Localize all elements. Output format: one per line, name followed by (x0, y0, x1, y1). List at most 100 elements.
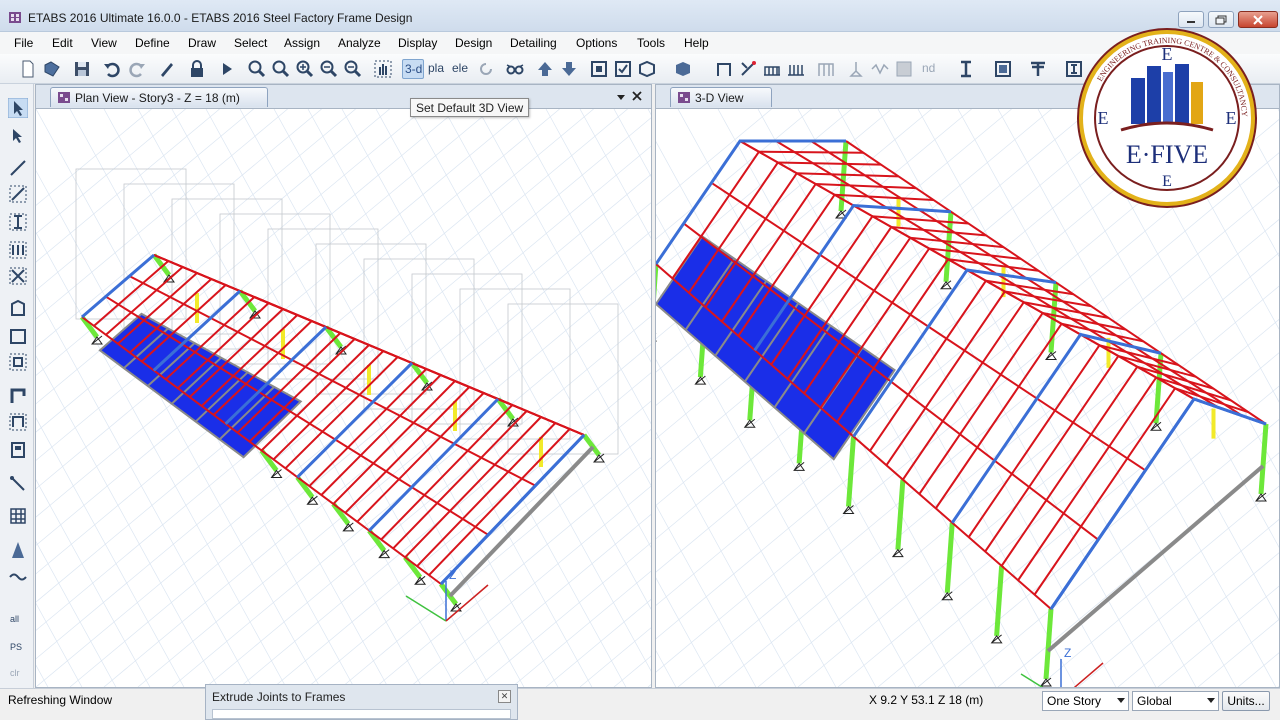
pin-support-icon (1255, 492, 1267, 502)
zoom-out-step-button[interactable] (343, 59, 363, 79)
select-all-button[interactable]: all (8, 604, 28, 628)
brace-icon (741, 61, 756, 76)
check-model-button[interactable] (613, 59, 633, 79)
draw-wall-button[interactable] (816, 59, 836, 79)
ground-grid-line (36, 109, 560, 546)
previous-selection-button[interactable]: PS (8, 632, 28, 656)
draw-column-icon[interactable] (8, 212, 28, 232)
draw-frame-button[interactable] (714, 59, 734, 79)
beams-icon (788, 65, 804, 76)
logo-brand-text: E·FIVE (1126, 140, 1208, 169)
units-button[interactable]: Units... (1222, 691, 1270, 711)
draw-poly-area-icon[interactable] (8, 298, 28, 318)
menu-tools[interactable]: Tools (637, 36, 665, 50)
edit-button[interactable] (157, 59, 177, 79)
view-cube-button[interactable] (673, 59, 693, 79)
draw-dimension-icon[interactable] (8, 566, 28, 586)
coordinate-system-select[interactable]: Global (1132, 691, 1219, 711)
zoom-out-icon (320, 60, 338, 78)
draw-truss-button[interactable] (762, 59, 782, 79)
plan-view-button[interactable]: pla (428, 59, 448, 79)
ground-grid-line (273, 109, 593, 687)
draw-wall-icon[interactable] (8, 386, 28, 406)
pin-support-icon (1045, 351, 1057, 360)
pane-menu-chevron-icon[interactable] (616, 93, 626, 101)
elevation-view-button[interactable]: ele (452, 59, 472, 79)
pointer-icon[interactable] (8, 98, 28, 118)
pan-button[interactable] (373, 59, 393, 79)
tab-3d-view[interactable]: 3-D View (670, 87, 772, 107)
draw-link-icon[interactable] (8, 474, 28, 494)
axis-z-label: Z (1064, 646, 1071, 660)
plan-view-window[interactable]: Plan View - Story3 - Z = 18 (m) Z (35, 84, 652, 688)
roof-rafter (380, 404, 514, 541)
zoom-out-button[interactable] (319, 59, 339, 79)
reshape-pointer-icon[interactable] (8, 126, 28, 146)
tab-plan-view[interactable]: Plan View - Story3 - Z = 18 (m) (50, 87, 268, 107)
menu-select[interactable]: Select (234, 36, 267, 50)
draw-secondary-beams-button[interactable] (786, 59, 806, 79)
restore-icon (1215, 15, 1227, 24)
draw-support-button[interactable] (846, 59, 866, 79)
draw-frame-icon[interactable] (8, 184, 28, 204)
draw-grid-icon[interactable] (8, 506, 28, 526)
menu-draw[interactable]: Draw (188, 36, 216, 50)
menu-view[interactable]: View (91, 36, 117, 50)
draw-brace-icon[interactable] (8, 266, 28, 286)
select-area-button[interactable] (993, 59, 1013, 79)
menu-edit[interactable]: Edit (52, 36, 73, 50)
minimize-icon (1187, 20, 1195, 23)
redo-button[interactable] (127, 59, 147, 79)
undo-button[interactable] (102, 59, 122, 79)
ground-grid-line (613, 655, 651, 687)
perspective-toggle-button[interactable] (505, 59, 525, 79)
menu-assign[interactable]: Assign (284, 36, 320, 50)
menu-analyze[interactable]: Analyze (338, 36, 381, 50)
axis-y (1020, 673, 1044, 687)
ground-grid-line (36, 109, 628, 603)
lock-button[interactable] (187, 59, 207, 79)
zoom-restore-button[interactable] (271, 59, 291, 79)
default-3d-view-button[interactable]: 3-d (402, 59, 424, 79)
menu-options[interactable]: Options (576, 36, 617, 50)
menu-define[interactable]: Define (135, 36, 170, 50)
draw-link-button[interactable] (870, 59, 890, 79)
move-up-button[interactable] (535, 59, 555, 79)
story-select[interactable]: One Story (1042, 691, 1129, 711)
open-model-button[interactable] (42, 59, 62, 79)
draw-joint-icon[interactable] (8, 158, 28, 178)
pin-support-icon (1040, 677, 1052, 687)
etabs-tab-icon (58, 92, 70, 103)
draw-area-button[interactable] (894, 59, 914, 79)
menu-detailing[interactable]: Detailing (510, 36, 557, 50)
object-shrink-button[interactable] (589, 59, 609, 79)
zoom-window-button[interactable] (247, 59, 267, 79)
new-model-button[interactable] (18, 59, 38, 79)
menu-display[interactable]: Display (398, 36, 437, 50)
plan-view-canvas[interactable]: Z (36, 109, 651, 687)
quick-draw-area-icon[interactable] (8, 352, 28, 372)
zoom-in-button[interactable] (295, 59, 315, 79)
column-left (846, 436, 856, 507)
clear-selection-button[interactable]: clr (8, 660, 28, 684)
save-button[interactable] (72, 59, 92, 79)
draw-wall-stack-icon[interactable] (8, 440, 28, 460)
extrude-panel-close-button[interactable]: ✕ (498, 690, 511, 703)
run-analysis-button[interactable] (217, 59, 237, 79)
draw-opening-icon[interactable] (8, 412, 28, 432)
nd-button[interactable]: nd (920, 59, 940, 79)
draw-brace-button[interactable] (738, 59, 758, 79)
set-display-button[interactable] (637, 59, 657, 79)
pane-close-icon[interactable] (632, 91, 642, 101)
draw-tendon-icon[interactable] (8, 540, 28, 560)
t-section-button[interactable] (1028, 59, 1048, 79)
draw-rect-area-icon[interactable] (8, 326, 28, 346)
draw-beam-icon[interactable] (8, 240, 28, 260)
menu-file[interactable]: File (14, 36, 33, 50)
menu-help[interactable]: Help (684, 36, 709, 50)
rotate-view-button[interactable] (476, 59, 496, 79)
left-toolbar: all PS clr (0, 84, 34, 688)
move-down-button[interactable] (559, 59, 579, 79)
menu-design[interactable]: Design (455, 36, 492, 50)
section-designer-button[interactable] (956, 59, 976, 79)
